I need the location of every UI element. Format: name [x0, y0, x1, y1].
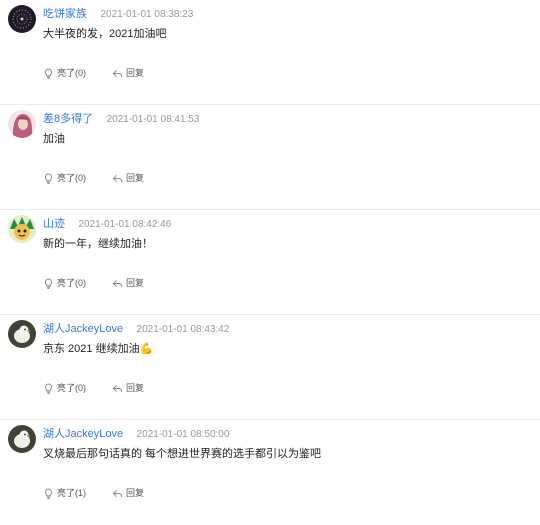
- reply-button[interactable]: 回复: [112, 381, 144, 395]
- reply-arrow-icon: [112, 174, 123, 182]
- reply-label: 回复: [126, 278, 145, 288]
- comment-list: 吃饼家族 2021-01-01 08:38:23 大半夜的发，2021加油吧 亮…: [0, 0, 540, 525]
- reply-arrow-icon: [112, 489, 123, 497]
- reply-label: 回复: [126, 68, 145, 78]
- comment-actions: 亮了(0) 回复: [43, 171, 144, 185]
- comment-text: 叉烧最后那句话真的 每个想进世界赛的选手都引以为鉴吧: [43, 448, 322, 460]
- username[interactable]: 山迹: [43, 218, 65, 230]
- reply-button[interactable]: 回复: [112, 66, 144, 80]
- avatar[interactable]: [8, 320, 36, 348]
- like-label: 亮了(0): [57, 68, 86, 78]
- avatar[interactable]: [8, 215, 36, 243]
- like-button[interactable]: 亮了(0): [43, 276, 86, 290]
- comment-header: 湖人JackeyLove 2021-01-01 08:50:00: [43, 425, 229, 441]
- avatar[interactable]: [8, 5, 36, 33]
- comment-item: 湖人JackeyLove 2021-01-01 08:50:00 叉烧最后那句话…: [0, 420, 540, 525]
- comment-text: 新的一年，继续加油！: [43, 238, 153, 250]
- timestamp: 2021-01-01 08:38:23: [100, 9, 194, 20]
- username[interactable]: 湖人JackeyLove: [43, 323, 123, 335]
- comment-actions: 亮了(0) 回复: [43, 276, 144, 290]
- comment-header: 吃饼家族 2021-01-01 08:38:23: [43, 5, 193, 21]
- reply-label: 回复: [126, 488, 145, 498]
- timestamp: 2021-01-01 08:43:42: [136, 324, 230, 335]
- timestamp: 2021-01-01 08:41:53: [106, 114, 200, 125]
- comment-actions: 亮了(0) 回复: [43, 66, 144, 80]
- lightbulb-icon: [45, 383, 52, 394]
- comment-item: 差8多得了 2021-01-01 08:41:53 加油 亮了(0) 回复: [0, 105, 540, 210]
- comment-header: 山迹 2021-01-01 08:42:46: [43, 215, 171, 231]
- lightbulb-icon: [45, 488, 52, 499]
- reply-button[interactable]: 回复: [112, 486, 144, 500]
- reply-button[interactable]: 回复: [112, 276, 144, 290]
- reply-arrow-icon: [112, 69, 123, 77]
- like-label: 亮了(1): [57, 488, 86, 498]
- like-label: 亮了(0): [57, 173, 86, 183]
- reply-arrow-icon: [112, 279, 123, 287]
- username[interactable]: 吃饼家族: [43, 8, 87, 20]
- comment-actions: 亮了(0) 回复: [43, 381, 144, 395]
- comment-text: 京东 2021 继续加油💪: [43, 343, 154, 355]
- timestamp: 2021-01-01 08:50:00: [136, 429, 230, 440]
- lightbulb-icon: [45, 278, 52, 289]
- lightbulb-icon: [45, 173, 52, 184]
- comment-text: 大半夜的发，2021加油吧: [43, 28, 167, 40]
- avatar[interactable]: [8, 425, 36, 453]
- reply-label: 回复: [126, 383, 145, 393]
- comment-actions: 亮了(1) 回复: [43, 486, 144, 500]
- like-button[interactable]: 亮了(0): [43, 171, 86, 185]
- like-label: 亮了(0): [57, 383, 86, 393]
- comment-item: 吃饼家族 2021-01-01 08:38:23 大半夜的发，2021加油吧 亮…: [0, 0, 540, 105]
- like-button[interactable]: 亮了(0): [43, 66, 86, 80]
- lightbulb-icon: [45, 68, 52, 79]
- timestamp: 2021-01-01 08:42:46: [78, 219, 172, 230]
- like-button[interactable]: 亮了(0): [43, 381, 86, 395]
- avatar[interactable]: [8, 110, 36, 138]
- comment-item: 山迹 2021-01-01 08:42:46 新的一年，继续加油！ 亮了(0) …: [0, 210, 540, 315]
- like-label: 亮了(0): [57, 278, 86, 288]
- reply-button[interactable]: 回复: [112, 171, 144, 185]
- comment-header: 湖人JackeyLove 2021-01-01 08:43:42: [43, 320, 229, 336]
- comment-header: 差8多得了 2021-01-01 08:41:53: [43, 110, 199, 126]
- reply-arrow-icon: [112, 384, 123, 392]
- comment-item: 湖人JackeyLove 2021-01-01 08:43:42 京东 2021…: [0, 315, 540, 420]
- username[interactable]: 湖人JackeyLove: [43, 428, 123, 440]
- like-button[interactable]: 亮了(1): [43, 486, 86, 500]
- username[interactable]: 差8多得了: [43, 113, 93, 125]
- reply-label: 回复: [126, 173, 145, 183]
- comment-text: 加油: [43, 133, 65, 145]
